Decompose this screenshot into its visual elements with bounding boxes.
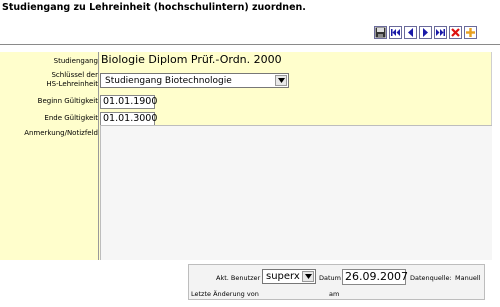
studiengang-value: Biologie Diplom Prüf.-Ordn. 2000 <box>101 53 282 66</box>
chevron-down-icon[interactable] <box>302 271 314 282</box>
anmerkung-label: Anmerkung/Notizfeld <box>24 129 98 137</box>
am-label: am <box>329 290 340 298</box>
letzte-aenderung-label: Letzte Änderung von <box>191 290 259 298</box>
previous-record-icon[interactable] <box>404 25 417 39</box>
delete-icon[interactable] <box>449 25 462 39</box>
beginn-gueltigkeit-field[interactable]: 01.01.1900 <box>100 95 157 109</box>
beginn-label: Beginn Gültigkeit <box>37 97 98 105</box>
form-column-divider <box>98 52 99 260</box>
akt-benutzer-select[interactable]: superx <box>262 269 316 284</box>
record-toolbar <box>374 24 477 40</box>
anmerkung-textarea[interactable] <box>100 125 492 260</box>
schluessel-select[interactable]: Studiengang Biotechnologie <box>100 73 289 88</box>
schluessel-label-line1: Schlüssel der <box>51 71 98 79</box>
schluessel-select-value: Studiengang Biotechnologie <box>105 76 232 86</box>
header-divider <box>0 44 500 45</box>
datenquelle-label: Datenquelle: <box>410 274 452 282</box>
page-title: Studiengang zu Lehreinheit (hochschulint… <box>2 2 306 13</box>
schluessel-label-line2: HS-Lehreinheit <box>46 80 98 88</box>
datum-label: Datum <box>319 274 341 282</box>
save-icon[interactable] <box>374 25 387 39</box>
akt-benutzer-value: superx <box>266 271 300 282</box>
datum-field[interactable]: 26.09.2007 <box>342 269 408 285</box>
last-record-icon[interactable] <box>434 25 447 39</box>
datenquelle-value: Manuell <box>455 274 481 282</box>
new-record-icon[interactable] <box>464 25 477 39</box>
ende-label: Ende Gültigkeit <box>44 114 98 122</box>
chevron-down-icon[interactable] <box>275 75 287 86</box>
studiengang-label: Studiengang <box>53 57 98 65</box>
first-record-icon[interactable] <box>389 25 402 39</box>
audit-footer: Akt. Benutzer superx Datum 26.09.2007 Da… <box>188 264 485 300</box>
next-record-icon[interactable] <box>419 25 432 39</box>
akt-benutzer-label: Akt. Benutzer <box>216 274 261 282</box>
ende-gueltigkeit-field[interactable]: 01.01.3000 <box>100 112 157 126</box>
